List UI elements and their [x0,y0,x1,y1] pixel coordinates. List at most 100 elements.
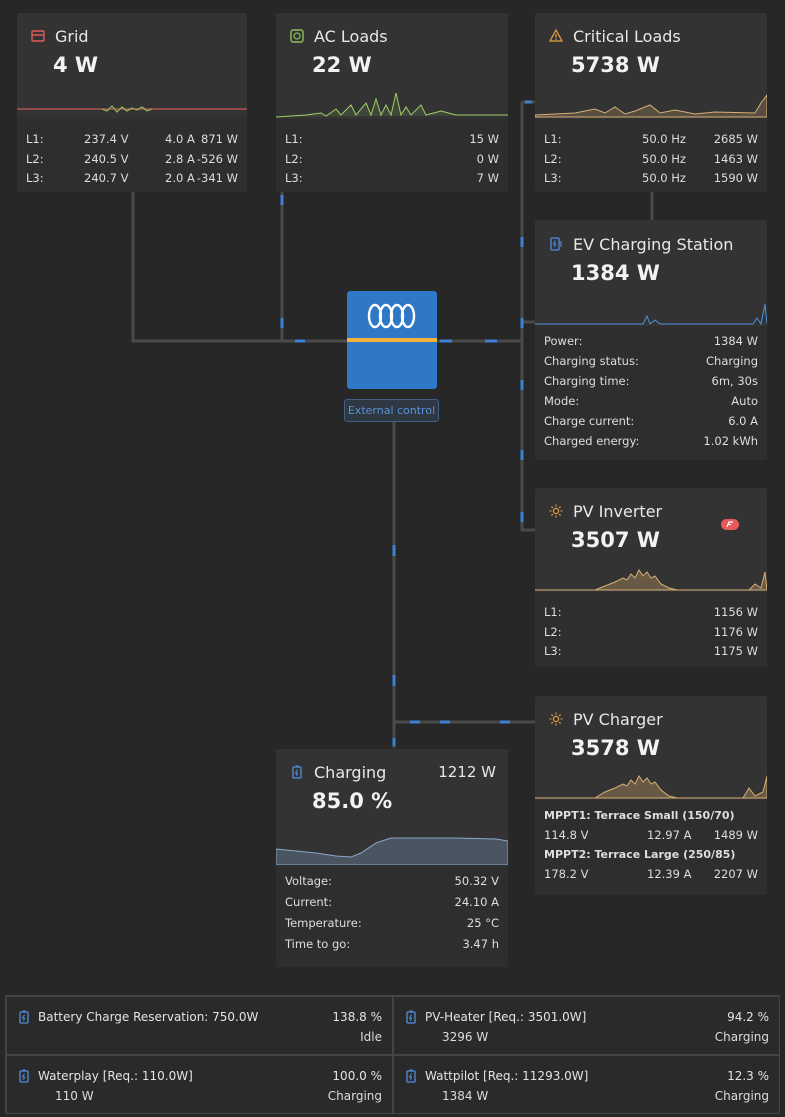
mppt1-voltage: 114.8 V [544,828,589,842]
warning-icon [547,27,565,45]
pvi-l2-power: 1176 W [713,625,758,639]
grid-l1-voltage: 237.4 V [84,132,129,146]
ac-l2-label: L2: [285,152,303,166]
grid-title: Grid [55,26,89,46]
reservation-waterplay[interactable]: Waterplay [Req.: 110.0W] 110 W 100.0 % C… [6,1055,393,1114]
pv-charger-card[interactable]: PV Charger 3578 W MPPT1: Terrace Small (… [535,696,767,895]
battery-icon [19,1009,29,1028]
battery-icon [406,1068,416,1087]
ev-energy-value: 1.02 kWh [703,434,758,448]
pvi-l3-label: L3: [544,644,562,658]
crit-l1-power: 2685 W [713,132,758,146]
fronius-badge-icon [721,519,739,530]
crit-l2-power: 1463 W [713,152,758,166]
pv-inverter-sparkline [535,569,767,591]
ev-power: 1384 W [571,261,660,285]
reservation-pv-heater[interactable]: PV-Heater [Req.: 3501.0W] 3296 W 94.2 % … [393,996,780,1055]
ac-l1-label: L1: [285,132,303,146]
ev-status-value: Charging [706,354,758,368]
mppt2-voltage: 178.2 V [544,867,589,881]
reservation-name: Battery Charge Reservation: 750.0W [38,1010,259,1024]
pv-inverter-title: PV Inverter [573,501,663,521]
inverter-charger-block[interactable] [347,291,437,389]
battery-ttg-value: 3.47 h [462,937,499,951]
crit-l3-power: 1590 W [713,171,758,185]
grid-l3-voltage: 240.7 V [84,171,129,185]
pv-charger-power: 3578 W [571,736,660,760]
external-control-button[interactable]: External control [344,399,439,422]
sun-icon [547,710,565,728]
crit-l2-frequency: 50.0 Hz [642,152,686,166]
inverter-stripe [347,338,437,342]
ev-current-value: 6.0 A [728,414,758,428]
mppt2-name: MPPT2: Terrace Large (250/85) [544,848,736,861]
critical-loads-sparkline [535,94,767,118]
battery-power: 1212 W [438,763,496,781]
reservation-battery[interactable]: Battery Charge Reservation: 750.0W 138.8… [6,996,393,1055]
reservation-wattpilot[interactable]: Wattpilot [Req.: 11293.0W] 1384 W 12.3 %… [393,1055,780,1114]
reservation-status: Charging [714,1030,769,1044]
ev-time-label: Charging time: [544,374,630,388]
reservation-percent: 94.2 % [727,1010,769,1024]
ev-sparkline [535,303,767,326]
mppt1-current: 12.97 A [647,828,692,842]
battery-soc-sparkline [276,837,508,865]
grid-l1-label: L1: [26,132,44,146]
reservation-power: 110 W [55,1089,94,1103]
mppt1-name: MPPT1: Terrace Small (150/70) [544,809,735,822]
battery-card[interactable]: Charging 1212 W 85.0 % Voltage: 50.32 V C… [276,749,508,967]
crit-l1-frequency: 50.0 Hz [642,132,686,146]
battery-ttg-label: Time to go: [285,937,351,951]
crit-l3-frequency: 50.0 Hz [642,171,686,185]
battery-title: Charging [314,762,387,782]
battery-voltage-label: Voltage: [285,874,333,888]
battery-icon [406,1009,416,1028]
reservation-percent: 138.8 % [332,1010,382,1024]
grid-l3-current: 2.0 A [165,171,195,185]
ac-loads-sparkline [276,93,508,118]
ac-plug-icon [288,27,306,45]
battery-voltage-value: 50.32 V [454,874,499,888]
pvi-l1-label: L1: [544,605,562,619]
ac-l1-power: 15 W [469,132,499,146]
ac-l2-power: 0 W [476,152,499,166]
victron-logo [367,303,416,329]
grid-meter-icon [29,27,47,45]
pvi-l2-label: L2: [544,625,562,639]
grid-sparkline [17,105,247,113]
reservation-percent: 100.0 % [332,1069,382,1083]
ev-current-label: Charge current: [544,414,635,428]
ev-charging-card[interactable]: EV Charging Station 1384 W Power: 1384 W … [535,220,767,460]
ev-mode-value: Auto [731,394,758,408]
reservation-percent: 12.3 % [727,1069,769,1083]
pv-charger-sparkline [535,775,767,799]
ev-mode-label: Mode: [544,394,580,408]
grid-l2-power: -526 W [196,152,238,166]
reservation-name: PV-Heater [Req.: 3501.0W] [425,1010,587,1024]
reservation-name: Wattpilot [Req.: 11293.0W] [425,1069,589,1083]
grid-l1-power: 871 W [201,132,238,146]
critical-loads-card[interactable]: Critical Loads 5738 W L1: 50.0 Hz 2685 W L… [535,13,767,192]
pv-inverter-card[interactable]: PV Inverter 3507 W L1: 1156 W L2: 1176 W L… [535,488,767,667]
crit-l2-label: L2: [544,152,562,166]
grid-card[interactable]: Grid 4 W L1: 237.4 V 4.0 A 871 W L2: 240.5 V… [17,13,247,192]
battery-temp-value: 25 °C [466,916,499,930]
ev-energy-label: Charged energy: [544,434,640,448]
grid-l3-power: -341 W [196,171,238,185]
ac-loads-card[interactable]: AC Loads 22 W L1: 15 W L2: 0 W L3: 7 W [276,13,508,192]
ev-title: EV Charging Station [573,234,734,254]
crit-l3-label: L3: [544,171,562,185]
critical-loads-power: 5738 W [571,53,660,77]
reservation-status: Charging [714,1089,769,1103]
reservation-status: Idle [360,1030,382,1044]
grid-l2-label: L2: [26,152,44,166]
grid-l3-label: L3: [26,171,44,185]
battery-icon [288,763,306,781]
grid-power: 4 W [53,53,99,77]
ac-loads-title: AC Loads [314,26,388,46]
ev-power-value: 1384 W [713,334,758,348]
mppt1-power: 1489 W [713,828,758,842]
reservation-name: Waterplay [Req.: 110.0W] [38,1069,193,1083]
pvi-l1-power: 1156 W [713,605,758,619]
ac-l3-power: 7 W [476,171,499,185]
